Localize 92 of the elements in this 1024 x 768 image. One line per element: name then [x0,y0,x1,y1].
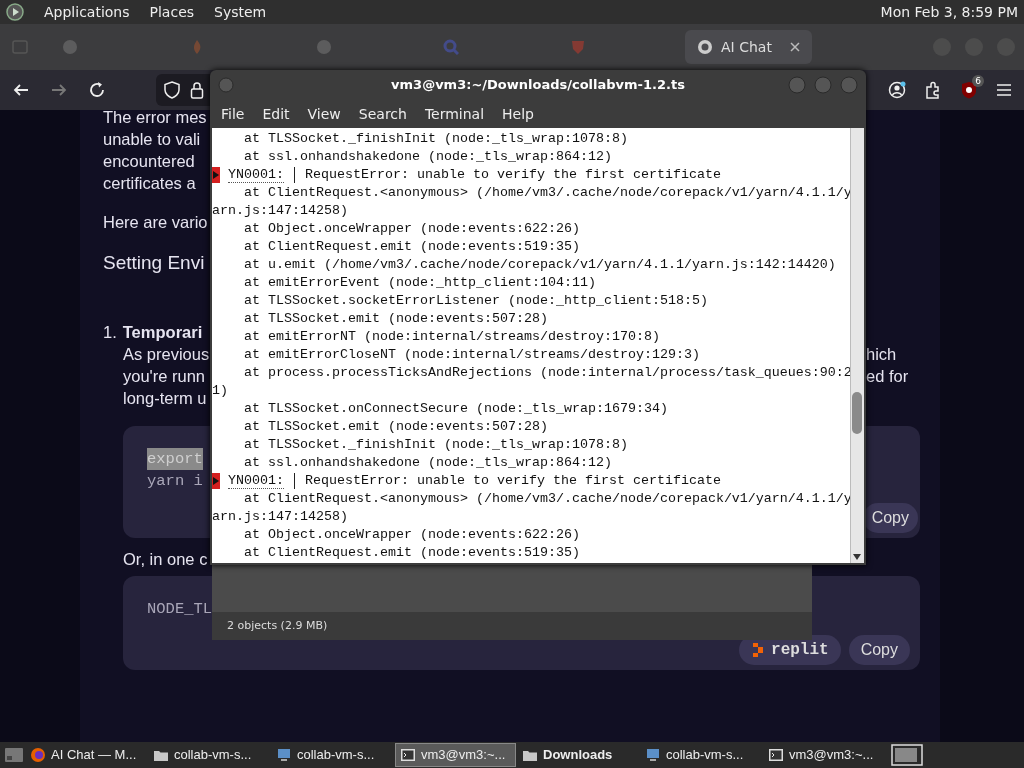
panel-menu[interactable]: Places [149,1,195,23]
terminal-line: at emitErrorEvent (node:_http_client:104:11) [243,274,597,292]
extension-button[interactable] [960,81,978,99]
paragraph: Here are vario [103,212,208,233]
terminal-line: at emitErrorCloseNT (node:internal/streams/destroy:129:3) [243,346,701,364]
menu-icon[interactable] [996,83,1012,97]
badge: 6 [972,75,984,87]
minimize-icon[interactable] [788,76,806,94]
puzzle-icon[interactable] [924,81,942,99]
text-line: ed for [866,366,909,387]
workspace-switcher-icon[interactable] [891,744,923,766]
terminal-line: at TLSSocket.socketErrorListener (node:_http_client:518:5) [243,292,709,310]
taskbar-item[interactable]: AI Chat — M... [26,743,147,767]
code-line: yarn i [147,471,203,492]
taskbar-item[interactable]: Downloads [518,743,639,767]
menu-item[interactable]: Help [493,103,543,125]
menu-item[interactable]: View [298,103,350,125]
scroll-down-icon[interactable] [852,553,863,561]
round-logo-icon [316,39,332,55]
close-icon[interactable] [790,42,800,52]
text-line: As previous [123,344,210,365]
terminal-line: at TLSSocket.emit (node:events:507:28) [243,310,549,328]
terminal-line: at TLSSocket.emit (node:events:507:28) [243,418,549,436]
panel-menu[interactable]: Applications [44,1,130,23]
shield-icon [570,39,586,55]
status-text: 2 objects (2.9 MB) [212,612,812,640]
menu-item[interactable]: File [212,103,254,125]
browser-icon [30,747,46,763]
show-desktop-icon[interactable] [4,746,24,764]
distro-logo-icon[interactable] [6,3,24,21]
monitor-icon [645,747,661,763]
list-number: 1. [103,322,117,343]
panel-menu[interactable]: System [214,1,267,23]
terminal-line: at TLSSocket._finishInit (node:_tls_wrap:1078:8) [243,436,629,454]
terminal-line: at u.emit (/home/vm3/.cache/node/corepack/v1/yarn/4.1.1/yarn.js:142:14420) [243,256,837,274]
terminal-line: at TLSSocket._finishInit (node:_tls_wrap:1078:8) [243,130,629,148]
text-line: hich [866,344,897,365]
menu-item[interactable]: Search [349,103,416,125]
ring-logo-icon [697,39,713,55]
close-icon[interactable] [840,76,858,94]
round-logo-icon [62,39,78,55]
monitor-icon [276,747,292,763]
terminal-line: at Object.onceWrapper (node:events:622:26) [243,220,581,238]
account-icon[interactable] [888,81,906,99]
error-code: YN0001: [228,473,284,489]
error-message: RequestError: unable to verify the first certificate [305,166,721,184]
error-code: YN0001: [228,167,284,183]
terminal-line: at process.processTicksAndRejections (node:internal/process/task_queues:90:2 [243,364,851,382]
terminal-icon [768,747,784,763]
error-marker-icon [212,166,220,184]
terminal-line: at ssl.onhandshakedone (node:_tls_wrap:864:12) [243,148,613,166]
code-line: NODE_TL [147,599,213,620]
error-message: RequestError: unable to verify the first certificate [305,472,721,490]
scroll-thumb-icon[interactable] [852,392,863,434]
terminal-line: at TLSSocket.onConnectSecure (node:_tls_wrap:1679:34) [243,400,669,418]
reload-icon[interactable] [88,81,106,99]
maximize-icon[interactable] [814,76,832,94]
terminal-line: at ClientRequest.emit (node:events:519:35) [243,238,581,256]
taskbar-item[interactable]: vm3@vm3:~... [395,743,516,767]
terminal-icon [400,747,416,763]
terminal-line: 1) [212,382,229,400]
terminal-line: arn.js:147:14258) [212,202,349,220]
copy-button[interactable]: Copy [848,635,910,665]
clock[interactable]: Mon Feb 3, 8:59 PM [880,1,1018,23]
lock-icon[interactable] [190,81,204,99]
taskbar-item[interactable]: collab-vm-s... [149,743,270,767]
tab-overview-icon[interactable] [12,39,28,55]
window-title: vm3@vm3:~/Downloads/collabvm-1.2.ts [391,77,685,93]
shield-icon[interactable] [164,81,180,99]
browser-tab[interactable]: AI Chat [685,30,812,64]
taskbar-item[interactable]: collab-vm-s... [272,743,393,767]
terminal-line: arn.js:147:14258) [212,508,349,526]
menu-item[interactable]: Terminal [415,103,494,125]
scrollbar[interactable] [850,128,864,563]
window-menu-icon[interactable] [218,77,234,93]
error-marker-icon [212,472,220,490]
taskbar-item[interactable]: vm3@vm3:~... [764,743,885,767]
terminal-line: at Object.onceWrapper (node:events:622:26) [243,526,581,544]
terminal-line: at emitErrorNT (node:internal/streams/destroy:170:8) [243,328,661,346]
paragraph: The error mes unable to vali encountered certificates a [103,110,207,194]
shield-icon [960,81,978,99]
terminal-line: at ClientRequest.emit (node:events:519:35) [243,544,581,562]
blocks-icon [751,642,766,658]
menu-item[interactable]: Edit [253,103,299,125]
search-icon [443,39,459,55]
text-line: you're runn [123,366,206,387]
terminal-line: at ssl.onhandshakedone (node:_tls_wrap:864:12) [243,454,613,472]
paragraph: Or, in one c [123,549,208,570]
taskbar-item[interactable]: collab-vm-s... [641,743,762,767]
heading: Setting Envi [103,252,205,274]
text-line: long-term u [123,388,207,409]
list-item-title: Temporari [122,322,203,343]
